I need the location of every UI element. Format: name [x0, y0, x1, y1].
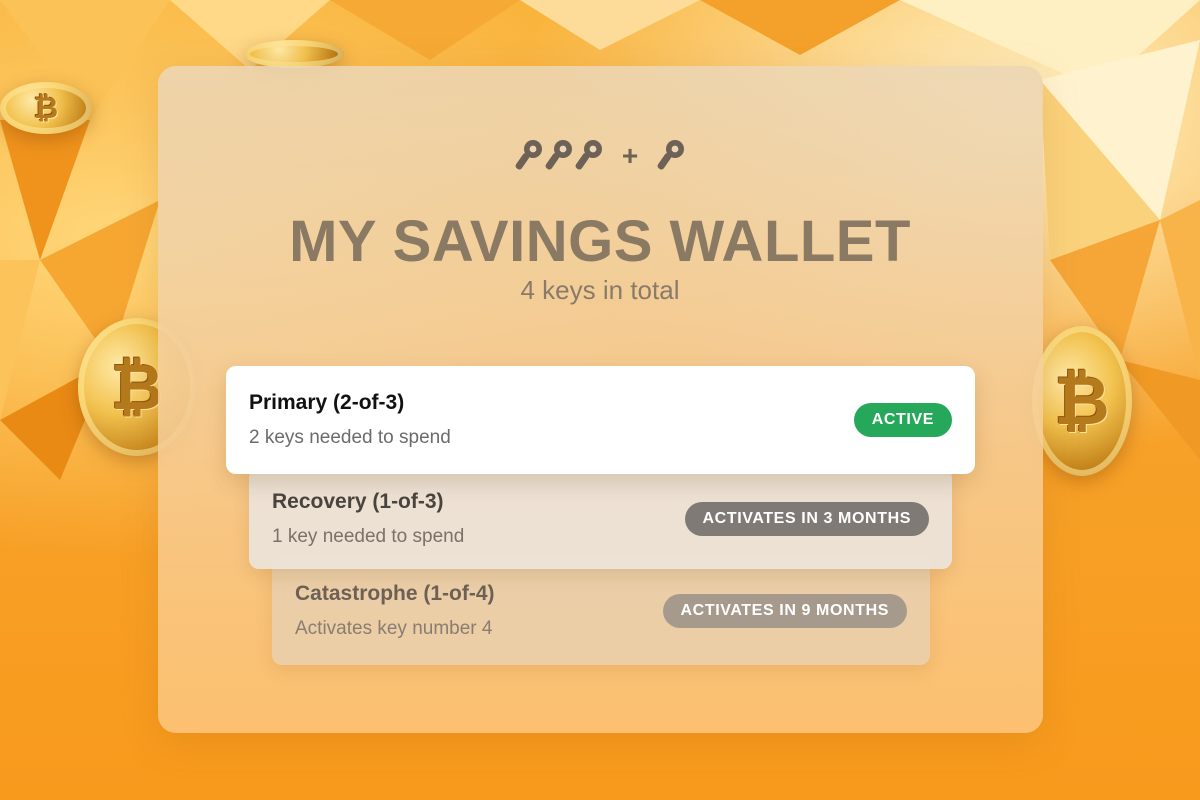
bitcoin-coin-icon — [244, 40, 344, 68]
plus-sign: + — [621, 140, 639, 171]
bitcoin-coin-icon: ₿ — [1032, 326, 1132, 476]
key-icon — [657, 140, 685, 170]
key-icon — [545, 140, 572, 170]
spending-path-description: 1 key needed to spend — [272, 525, 465, 547]
spending-path-name: Primary (2-of-3) — [249, 391, 405, 414]
spending-path-card-catastrophe[interactable]: Catastrophe (1-of-4) Activates key numbe… — [272, 556, 930, 665]
spending-path-card-recovery[interactable]: Recovery (1-of-3) 1 key needed to spend … — [249, 468, 952, 569]
wallet-title: MY SAVINGS WALLET — [289, 209, 911, 274]
spending-path-description: 2 keys needed to spend — [249, 427, 451, 448]
status-badge: ACTIVE — [853, 403, 952, 437]
wallet-subtitle: 4 keys in total — [520, 275, 680, 305]
key-group-left — [514, 138, 604, 172]
bitcoin-coin-icon: ₿ — [0, 82, 92, 134]
spending-path-name: Catastrophe (1-of-4) — [295, 581, 495, 605]
spending-path-card-primary[interactable]: Primary (2-of-3) 2 keys needed to spend … — [226, 366, 975, 474]
status-badge: ACTIVATES IN 9 MONTHS — [662, 593, 907, 628]
key-icon — [515, 140, 542, 170]
key-icon — [575, 140, 602, 170]
key-policy-illustration: + — [0, 135, 1200, 175]
status-badge: ACTIVATES IN 3 MONTHS — [684, 501, 929, 536]
spending-path-name: Recovery (1-of-3) — [272, 489, 444, 513]
spending-path-description: Activates key number 4 — [295, 617, 493, 639]
